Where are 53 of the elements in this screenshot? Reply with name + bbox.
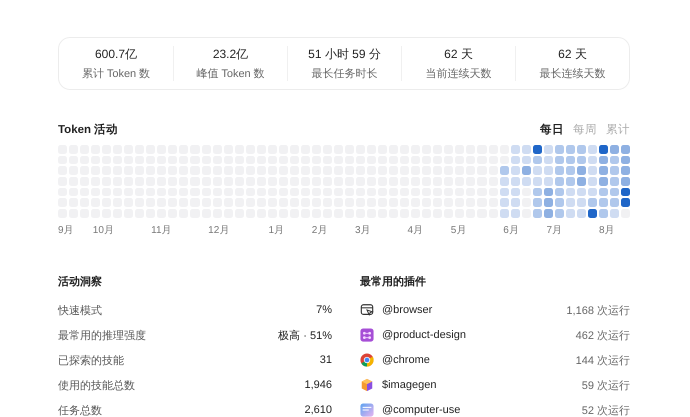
plugin-name: @chrome [382, 354, 430, 366]
stat-label: 当前连续天数 [426, 67, 492, 81]
month-label: 3月 [354, 224, 371, 237]
cube-icon [360, 378, 374, 392]
plugin-name: @browser [382, 304, 432, 316]
month-label: 10月 [92, 224, 114, 237]
plugin-name: @product-design [382, 329, 466, 342]
stat-value: 23.2亿 [212, 46, 248, 63]
range-tab[interactable]: 每周 [573, 122, 597, 137]
run-count: 52 次运行 [582, 404, 630, 417]
stat-label: 最长连续天数 [540, 67, 606, 81]
app-screen-icon [360, 403, 374, 417]
insight-label: 最常用的推理强度 [58, 328, 146, 343]
stat-value: 62 天 [558, 46, 587, 63]
month-label: 2月 [312, 224, 328, 237]
insight-value: 2,610 [304, 404, 332, 416]
stat-label: 峰值 Token 数 [196, 67, 265, 81]
month-label: 1月 [268, 224, 284, 237]
insight-value: 极高 · 51% [278, 328, 332, 343]
browser-window-icon [360, 303, 374, 318]
month-label: 8月 [598, 224, 615, 237]
insight-value: 31 [320, 354, 332, 366]
stat-label: 累计 Token 数 [82, 67, 150, 81]
stat-value: 62 天 [444, 46, 473, 63]
section-title: 最常用的插件 [360, 274, 427, 289]
run-count: 59 次运行 [582, 378, 630, 393]
insight-label: 快速模式 [58, 304, 102, 318]
stat-label: 最长任务时长 [312, 67, 378, 81]
range-tab[interactable]: 每日 [540, 122, 564, 137]
plugin-name: $imagegen [382, 379, 436, 392]
insight-value: 7% [316, 304, 332, 316]
insight-label: 使用的技能总数 [58, 378, 135, 393]
month-label: 4月 [407, 224, 424, 237]
month-label: 5月 [450, 224, 466, 237]
range-tab[interactable]: 累计 [606, 122, 630, 137]
month-label: 9月 [58, 224, 74, 237]
month-label: 6月 [503, 224, 519, 237]
run-count: 462 次运行 [576, 328, 630, 343]
insight-value: 1,946 [304, 379, 332, 392]
insight-label: 任务总数 [58, 404, 102, 417]
browser-logo-icon [360, 353, 374, 368]
section-title: Token 活动 [58, 122, 118, 137]
month-label: 7月 [546, 224, 562, 237]
stat-value: 51 小时 59 分 [308, 46, 381, 63]
month-label: 12月 [208, 224, 230, 237]
run-count: 1,168 次运行 [566, 304, 630, 318]
month-label: 11月 [151, 224, 172, 237]
stat-value: 600.7亿 [94, 46, 138, 63]
run-count: 144 次运行 [576, 354, 630, 368]
section-title: 活动洞察 [58, 274, 103, 289]
design-app-icon [360, 328, 374, 342]
insight-label: 已探索的技能 [58, 354, 124, 368]
plugin-name: @computer-use [382, 404, 460, 416]
